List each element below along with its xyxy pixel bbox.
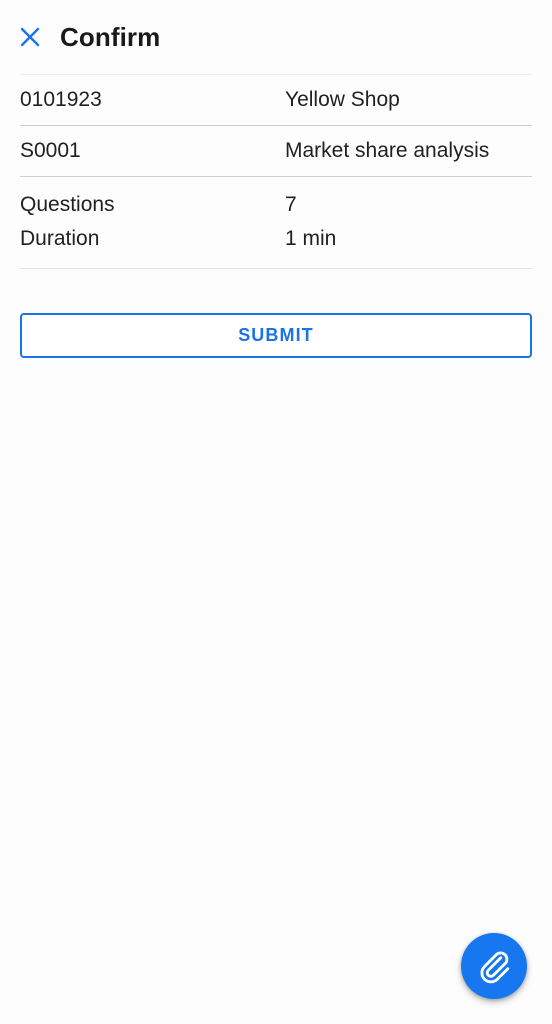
close-button[interactable] <box>12 19 48 55</box>
summary-row-questions: Questions 7 <box>20 188 532 222</box>
row-label: S0001 <box>20 139 81 162</box>
submit-area: SUBMIT <box>0 269 552 359</box>
summary-label: Duration <box>20 227 100 251</box>
attachment-fab-button[interactable] <box>461 933 527 999</box>
table-row: S0001 Market share analysis <box>20 126 532 176</box>
row-value: Market share analysis <box>285 139 490 162</box>
row-value: Yellow Shop <box>285 88 400 111</box>
row-label: 0101923 <box>20 88 102 111</box>
summary-row-duration: Duration 1 min <box>20 222 532 256</box>
summary-value: 1 min <box>285 227 337 251</box>
confirm-details-list: 0101923 Yellow Shop S0001 Market share a… <box>0 74 552 270</box>
paperclip-icon <box>476 948 512 984</box>
header-bar: Confirm <box>0 0 552 74</box>
summary-value: 7 <box>285 193 297 216</box>
close-icon <box>17 24 43 50</box>
page-title: Confirm <box>60 22 161 52</box>
summary-block: Questions 7 Duration 1 min <box>20 177 532 268</box>
table-row: 0101923 Yellow Shop <box>20 75 532 125</box>
summary-label: Questions <box>20 193 115 216</box>
submit-button[interactable]: SUBMIT <box>20 313 532 359</box>
